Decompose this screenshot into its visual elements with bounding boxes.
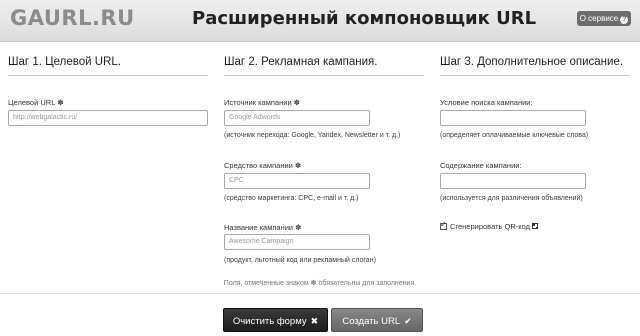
step-1-title: Шаг 1. Целевой URL.: [8, 56, 121, 68]
required-mark: ✽: [293, 98, 300, 107]
qr-code-icon: [532, 223, 539, 229]
step-2-divider: [224, 75, 424, 76]
logo[interactable]: GAURL.RU: [10, 6, 135, 30]
clear-form-button[interactable]: Очистить форму ✖: [223, 308, 328, 332]
target-url-label: Целевой URL ✽: [8, 98, 64, 107]
checkmark-icon: ✔: [404, 316, 412, 326]
campaign-content-hint: (используется для различения объявлений): [440, 195, 583, 202]
campaign-source-input[interactable]: Google Adwords: [224, 110, 370, 126]
step-3-title: Шаг 3. Дополнительное описание.: [440, 56, 624, 68]
campaign-medium-label: Средство кампании ✽: [224, 161, 302, 170]
footer-divider: [0, 293, 640, 294]
create-url-label: Создать URL: [342, 316, 401, 327]
required-mark: ✽: [57, 98, 64, 107]
qr-code-option[interactable]: Сгенерировать QR-код: [440, 220, 539, 231]
about-button[interactable]: О сервисе?: [577, 11, 631, 26]
header-bar: GAURL.RU Расширенный компоновщик URL О с…: [0, 0, 640, 42]
target-url-input[interactable]: http://webgalactic.ru/: [8, 110, 208, 126]
campaign-name-hint: (продукт, льготный код или рекламный сло…: [224, 257, 376, 264]
campaign-term-label: Условие поиска кампании:: [440, 98, 533, 107]
campaign-source-hint: (источник перехода: Google, Yandex, News…: [224, 132, 401, 139]
clear-form-label: Очистить форму: [232, 316, 307, 327]
about-label: О сервисе: [579, 14, 619, 23]
campaign-source-label: Источник кампании ✽: [224, 98, 300, 107]
create-url-button[interactable]: Создать URL ✔: [331, 308, 423, 332]
step-3-divider: [440, 75, 630, 76]
campaign-name-label: Название кампании ✽: [224, 223, 302, 232]
required-mark: ✽: [295, 223, 302, 232]
campaign-term-input[interactable]: [440, 110, 586, 126]
campaign-content-label: Содержание кампании:: [440, 161, 522, 170]
qr-code-checkbox[interactable]: [440, 220, 447, 230]
campaign-medium-input[interactable]: CPC: [224, 173, 370, 189]
campaign-content-input[interactable]: [440, 173, 586, 189]
step-1-divider: [8, 75, 208, 76]
campaign-name-input[interactable]: Awesome Campaign: [224, 234, 370, 250]
required-fields-note: Поля, отмеченные знаком ✽ обязательны дл…: [223, 280, 417, 287]
step-2-title: Шаг 2. Рекламная кампания.: [224, 56, 378, 68]
campaign-medium-hint: (средство маркетинга: CPC, e-mail и т. д…: [224, 195, 359, 202]
qr-code-label: Сгенерировать QR-код: [450, 222, 531, 231]
question-icon: ?: [620, 16, 629, 24]
required-mark: ✽: [294, 161, 302, 170]
close-icon: ✖: [310, 316, 319, 326]
campaign-term-hint: (определяет оплачиваемые ключевые слова): [440, 132, 589, 139]
page-title: Расширенный компоновщик URL: [192, 8, 537, 29]
